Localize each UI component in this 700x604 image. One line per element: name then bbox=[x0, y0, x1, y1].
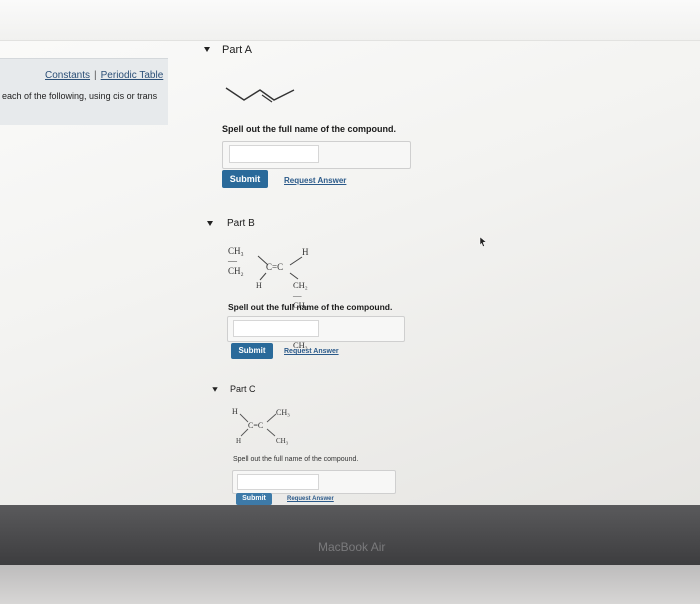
part-a-title[interactable]: Part A bbox=[222, 44, 252, 56]
part-a-request-answer-link[interactable]: Request Answer bbox=[284, 176, 346, 185]
link-separator: | bbox=[94, 70, 97, 81]
skeletal-bond-line bbox=[225, 87, 295, 101]
part-b-bond-lines bbox=[257, 255, 303, 281]
part-c-answer-input[interactable] bbox=[237, 474, 319, 490]
part-c-bond-lines bbox=[239, 413, 277, 437]
part-b-answer-input[interactable] bbox=[233, 320, 319, 337]
browser-screen: Constants | Periodic Table each of the fol… bbox=[0, 0, 700, 505]
part-a-submit-button[interactable]: Submit bbox=[222, 170, 268, 188]
bond-line bbox=[259, 272, 267, 281]
part-a-collapse-icon[interactable] bbox=[204, 47, 210, 52]
part-b-answer-field[interactable] bbox=[227, 316, 405, 342]
part-c-request-answer-link[interactable]: Request Answer bbox=[287, 496, 334, 502]
part-c-submit-button[interactable]: Submit bbox=[236, 493, 272, 505]
bond-line bbox=[239, 413, 249, 423]
double-bond-line bbox=[261, 94, 273, 103]
part-a-prompt: Spell out the full name of the compound. bbox=[222, 124, 396, 134]
bond-line bbox=[257, 255, 269, 266]
top-strip bbox=[0, 0, 700, 41]
part-c-answer-field[interactable] bbox=[232, 470, 396, 494]
instruction-text: each of the following, using cis or tran… bbox=[2, 91, 158, 101]
laptop-base bbox=[0, 565, 700, 604]
part-a-answer-input[interactable] bbox=[229, 145, 319, 163]
part-a-answer-field[interactable] bbox=[222, 141, 411, 169]
laptop-bezel bbox=[0, 505, 700, 565]
part-b-collapse-icon[interactable] bbox=[207, 221, 213, 226]
part-c-collapse-icon[interactable] bbox=[212, 387, 218, 392]
part-a-skeletal-structure bbox=[225, 87, 295, 103]
part-b-title[interactable]: Part B bbox=[227, 218, 255, 229]
constants-link[interactable]: Constants bbox=[45, 70, 90, 81]
constants-links: Constants | Periodic Table bbox=[45, 70, 163, 81]
bond-line bbox=[240, 428, 249, 437]
part-b-request-answer-link[interactable]: Request Answer bbox=[284, 348, 339, 355]
bond-line bbox=[289, 256, 303, 266]
bond-line bbox=[289, 272, 299, 280]
part-c-title[interactable]: Part C bbox=[230, 384, 256, 394]
part-b-prompt: Spell out the full name of the compound. bbox=[228, 302, 393, 312]
part-c-prompt: Spell out the full name of the compound. bbox=[233, 456, 359, 463]
periodic-table-link[interactable]: Periodic Table bbox=[101, 70, 164, 81]
part-b-submit-button[interactable]: Submit bbox=[231, 343, 273, 359]
device-brand-label: MacBook Air bbox=[318, 540, 386, 554]
bond-line bbox=[266, 413, 277, 423]
mouse-cursor-icon bbox=[479, 236, 487, 247]
bond-line bbox=[266, 428, 276, 437]
